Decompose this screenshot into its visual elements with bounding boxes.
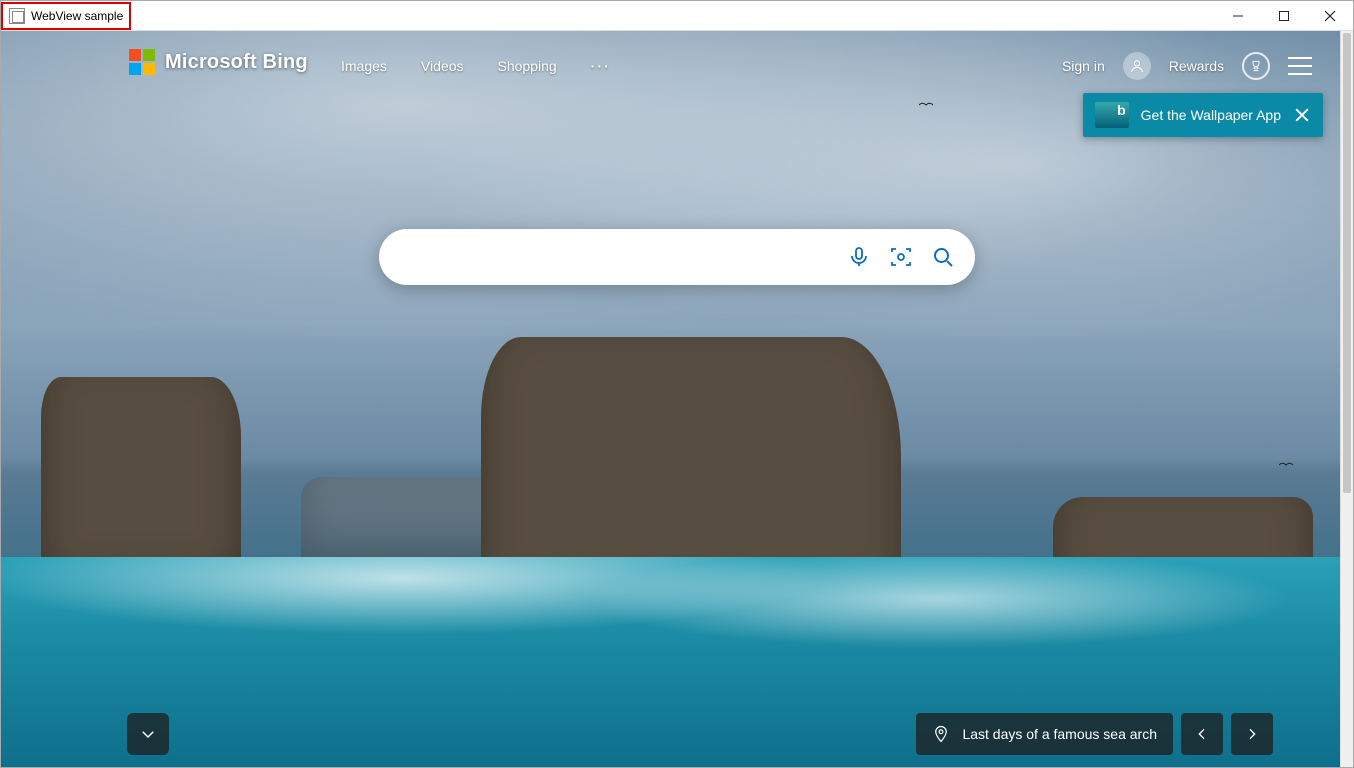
image-info-button[interactable]: Last days of a famous sea arch bbox=[916, 713, 1173, 755]
app-icon bbox=[9, 8, 25, 24]
bird-icon bbox=[1279, 461, 1293, 469]
account-avatar[interactable] bbox=[1123, 52, 1151, 80]
wallpaper-banner-text: Get the Wallpaper App bbox=[1141, 107, 1281, 123]
location-pin-icon bbox=[932, 725, 950, 743]
microsoft-logo-icon bbox=[129, 49, 155, 75]
nav-videos[interactable]: Videos bbox=[421, 58, 464, 74]
image-search-button[interactable] bbox=[883, 239, 919, 275]
window-controls bbox=[1215, 1, 1353, 31]
image-caption: Last days of a famous sea arch bbox=[962, 726, 1157, 742]
app-window: WebView sample bbox=[0, 0, 1354, 768]
chevron-left-icon bbox=[1194, 726, 1210, 742]
camera-scan-icon bbox=[889, 245, 913, 269]
image-info-strip: Last days of a famous sea arch bbox=[916, 713, 1273, 755]
maximize-button[interactable] bbox=[1261, 1, 1307, 31]
trophy-icon bbox=[1249, 59, 1263, 73]
wallpaper-banner-close[interactable] bbox=[1293, 106, 1311, 124]
chevron-down-icon bbox=[139, 725, 157, 743]
next-image-button[interactable] bbox=[1231, 713, 1273, 755]
bird-icon bbox=[919, 101, 933, 109]
webview-content: Microsoft Bing Images Videos Shopping ··… bbox=[1, 31, 1353, 767]
minimize-button[interactable] bbox=[1215, 1, 1261, 31]
scroll-down-button[interactable] bbox=[127, 713, 169, 755]
title-bar: WebView sample bbox=[1, 1, 1353, 31]
person-icon bbox=[1129, 58, 1145, 74]
search-bar bbox=[379, 229, 975, 285]
voice-search-button[interactable] bbox=[841, 239, 877, 275]
nav-images[interactable]: Images bbox=[341, 58, 387, 74]
nav-shopping[interactable]: Shopping bbox=[497, 58, 556, 74]
prev-image-button[interactable] bbox=[1181, 713, 1223, 755]
chevron-right-icon bbox=[1244, 726, 1260, 742]
nav-more[interactable]: ··· bbox=[591, 58, 611, 74]
search-input[interactable] bbox=[405, 248, 835, 266]
signin-link[interactable]: Sign in bbox=[1062, 58, 1105, 74]
rewards-badge[interactable] bbox=[1242, 52, 1270, 80]
top-nav: Microsoft Bing Images Videos Shopping ··… bbox=[1, 31, 1340, 101]
close-button[interactable] bbox=[1307, 1, 1353, 31]
vertical-scrollbar[interactable] bbox=[1340, 31, 1353, 767]
wallpaper-thumb-icon bbox=[1095, 102, 1129, 128]
nav-right: Sign in Rewards bbox=[1062, 52, 1312, 80]
nav-links: Images Videos Shopping ··· bbox=[341, 58, 611, 74]
title-bar-title-region: WebView sample bbox=[1, 2, 131, 30]
search-button[interactable] bbox=[925, 239, 961, 275]
window-title: WebView sample bbox=[31, 9, 123, 23]
rewards-link[interactable]: Rewards bbox=[1169, 58, 1224, 74]
brand-text: Microsoft Bing bbox=[165, 51, 308, 74]
search-icon bbox=[931, 245, 955, 269]
wallpaper-app-banner[interactable]: Get the Wallpaper App bbox=[1083, 93, 1323, 137]
microphone-icon bbox=[847, 245, 871, 269]
brand-logo[interactable]: Microsoft Bing bbox=[129, 49, 308, 75]
scrollbar-thumb[interactable] bbox=[1343, 33, 1351, 493]
close-icon bbox=[1295, 108, 1309, 122]
hamburger-menu[interactable] bbox=[1288, 57, 1312, 75]
